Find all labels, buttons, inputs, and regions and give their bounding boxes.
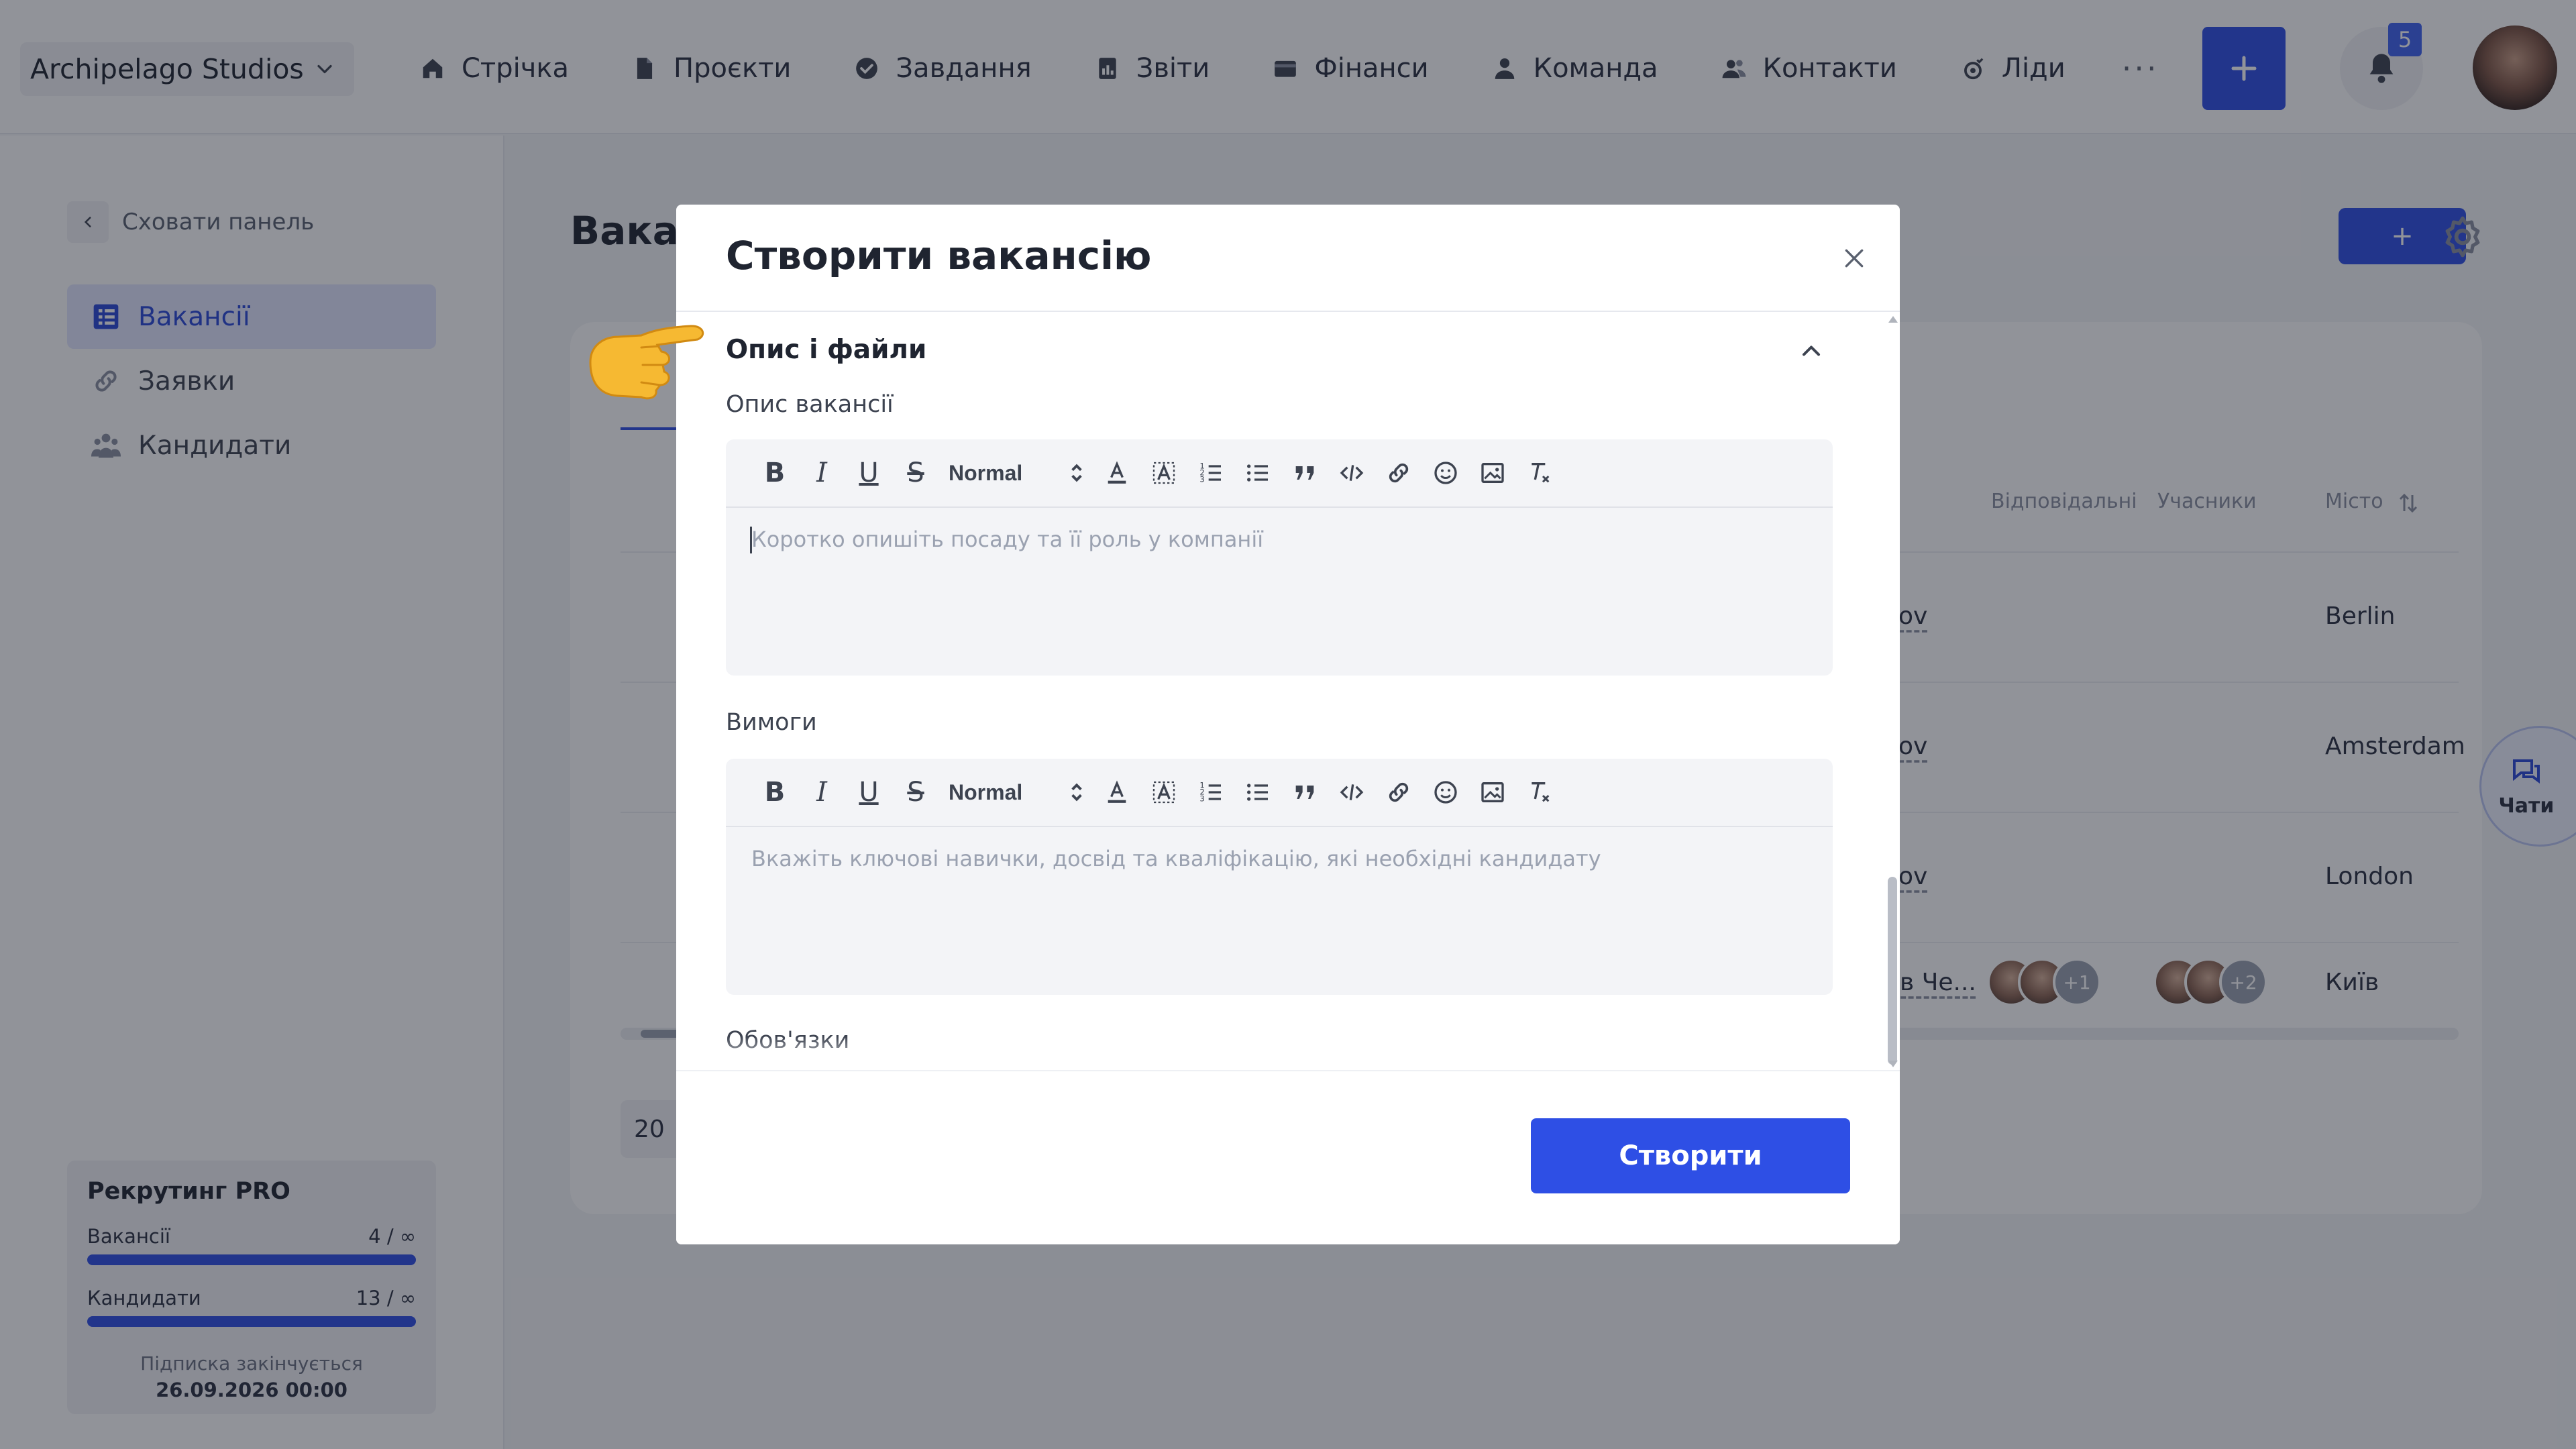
modal-scrollbar[interactable] (1885, 313, 1900, 1070)
bold-button[interactable]: B (751, 453, 798, 493)
italic-button[interactable]: I (798, 453, 845, 493)
clear-format-icon (1532, 463, 1550, 483)
ordered-list-icon: 123 (1199, 461, 1221, 484)
quote-icon (1295, 466, 1314, 480)
text-color-button[interactable] (1093, 772, 1140, 812)
image-button[interactable] (1469, 772, 1516, 812)
emoji-icon (1434, 781, 1457, 804)
text-color-icon (1108, 780, 1126, 803)
section-title[interactable]: Опис і файли (726, 335, 926, 365)
close-icon (1845, 249, 1864, 268)
italic-button[interactable]: I (798, 772, 845, 812)
modal-title: Створити вакансію (726, 233, 1152, 278)
ordered-list-icon: 123 (1199, 780, 1221, 803)
clear-format-button[interactable] (1516, 453, 1563, 493)
clear-format-button[interactable] (1516, 772, 1563, 812)
text-color-icon (1108, 461, 1126, 484)
requirements-placeholder: Вкажіть ключові навички, досвід та квалі… (751, 846, 1601, 871)
image-icon (1481, 463, 1504, 483)
strikethrough-button[interactable]: S (892, 772, 939, 812)
background-color-button[interactable] (1140, 772, 1187, 812)
bullet-list-button[interactable] (1234, 772, 1281, 812)
svg-text:3: 3 (1199, 794, 1204, 803)
svg-text:3: 3 (1199, 474, 1204, 484)
description-placeholder: Коротко опишіть посаду та її роль у комп… (751, 527, 1264, 552)
text-color-button[interactable] (1093, 453, 1140, 493)
requirements-editor[interactable]: B I U S Normal 123 Вкажіть ключові навич… (726, 759, 1833, 995)
ordered-list-button[interactable]: 123 (1187, 453, 1234, 493)
bullet-list-button[interactable] (1234, 453, 1281, 493)
description-editor[interactable]: B I U S Normal 123 Коротко опишіть посад… (726, 439, 1833, 676)
scroll-fade (676, 1036, 1884, 1070)
blockquote-button[interactable] (1281, 453, 1328, 493)
create-button[interactable]: Створити (1531, 1118, 1850, 1193)
link-button[interactable] (1375, 772, 1422, 812)
pointing-hand-icon (589, 325, 704, 400)
text-format-value: Normal (949, 460, 1023, 485)
text-format-select[interactable]: Normal (939, 772, 1093, 812)
link-button[interactable] (1375, 453, 1422, 493)
select-arrows-icon (1071, 464, 1082, 482)
highlight-icon (1152, 781, 1175, 804)
text-format-select[interactable]: Normal (939, 453, 1093, 493)
text-format-value: Normal (949, 780, 1023, 804)
background-color-button[interactable] (1140, 453, 1187, 493)
bullet-list-icon (1247, 784, 1268, 801)
emoji-button[interactable] (1422, 772, 1469, 812)
close-button[interactable] (1835, 239, 1873, 277)
scroll-up-arrow[interactable] (1888, 316, 1898, 323)
code-icon (1340, 465, 1364, 481)
emoji-button[interactable] (1422, 453, 1469, 493)
create-vacancy-modal: Створити вакансію Опис і файли Опис вака… (676, 205, 1900, 1244)
scroll-down-arrow[interactable] (1888, 1061, 1898, 1067)
field-label-requirements: Вимоги (726, 709, 817, 736)
editor-toolbar: B I U S Normal 123 (726, 439, 1833, 508)
blockquote-button[interactable] (1281, 772, 1328, 812)
code-button[interactable] (1328, 772, 1375, 812)
emoji-icon (1434, 462, 1457, 484)
image-button[interactable] (1469, 453, 1516, 493)
code-button[interactable] (1328, 453, 1375, 493)
scrollbar-thumb[interactable] (1888, 877, 1897, 1065)
code-icon (1340, 784, 1364, 800)
field-label-description: Опис вакансії (726, 391, 894, 418)
quote-icon (1295, 786, 1314, 799)
link-icon (1389, 463, 1409, 483)
image-icon (1481, 782, 1504, 802)
modal-header: Створити вакансію (676, 205, 1900, 312)
ordered-list-button[interactable]: 123 (1187, 772, 1234, 812)
link-icon (1389, 782, 1409, 802)
editor-toolbar: B I U S Normal 123 (726, 759, 1833, 827)
bold-button[interactable]: B (751, 772, 798, 812)
highlight-icon (1152, 462, 1175, 484)
clear-format-icon (1532, 782, 1550, 802)
select-arrows-icon (1071, 783, 1082, 802)
underline-button[interactable]: U (845, 453, 892, 493)
underline-button[interactable]: U (845, 772, 892, 812)
chevron-up-icon[interactable] (1796, 336, 1826, 366)
strikethrough-button[interactable]: S (892, 453, 939, 493)
bullet-list-icon (1247, 464, 1268, 482)
